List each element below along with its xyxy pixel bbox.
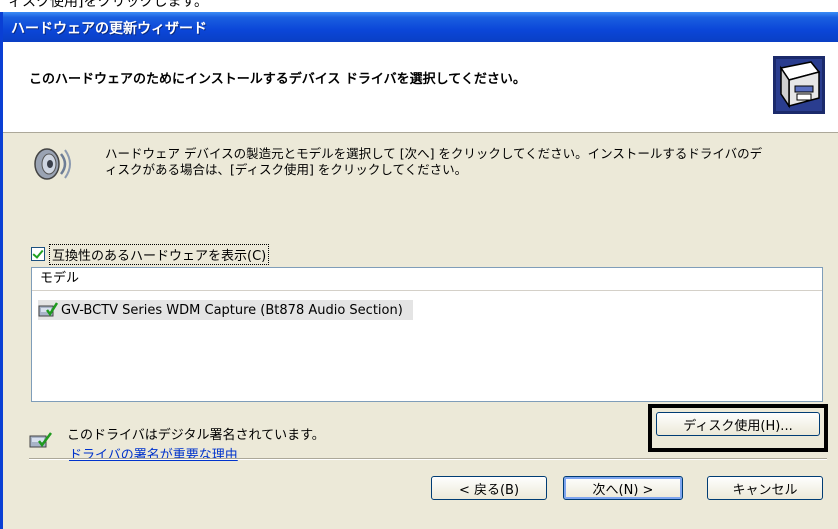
checkbox-checked-icon[interactable]: [31, 247, 45, 261]
signed-status-text: このドライバはデジタル署名されています。: [67, 428, 325, 443]
compatible-hardware-checkbox[interactable]: 互換性のあるハードウェアを表示(C): [31, 243, 270, 265]
window-title: ハードウェアの更新ウィザード: [11, 21, 207, 37]
title-bar[interactable]: ハードウェアの更新ウィザード: [3, 12, 838, 42]
model-listbox[interactable]: モデル GV-BCTV Series WDM Capture (Bt878 Au…: [31, 267, 823, 402]
description-text: ハードウェア デバイスの製造元とモデルを選択して [次へ] をクリックしてくださ…: [105, 146, 805, 178]
wizard-header: このハードウェアのためにインストールするデバイス ドライバを選択してください。: [3, 42, 838, 133]
description-line-1: ハードウェア デバイスの製造元とモデルを選択して [次へ] をクリックしてくださ…: [105, 146, 763, 161]
disk-use-button[interactable]: ディスク使用(H)...: [656, 412, 820, 436]
header-title: このハードウェアのためにインストールするデバイス ドライバを選択してください。: [29, 72, 526, 87]
compatible-hardware-label[interactable]: 互換性のあるハードウェアを表示(C): [49, 243, 270, 265]
description-line-2: ィスクがある場合は、[ディスク使用] をクリックしてください。: [105, 162, 468, 177]
signed-driver-icon: [29, 432, 52, 448]
cancel-button[interactable]: キャンセル: [707, 476, 823, 500]
caption-text: ィスク使用]をクリックします。: [8, 0, 209, 10]
page-caption: ィスク使用]をクリックします。: [0, 0, 838, 12]
next-button[interactable]: 次へ(N) >: [563, 476, 683, 500]
speaker-icon: [34, 148, 71, 180]
separator: [29, 458, 827, 460]
model-column-header[interactable]: モデル: [32, 268, 822, 291]
back-button[interactable]: < 戻る(B): [431, 476, 547, 500]
driver-item-icon: [38, 302, 58, 317]
list-item[interactable]: GV-BCTV Series WDM Capture (Bt878 Audio …: [38, 300, 413, 320]
signature-info-link[interactable]: ドライバの署名が重要な理由: [69, 444, 238, 463]
model-item-label: GV-BCTV Series WDM Capture (Bt878 Audio …: [61, 302, 403, 318]
hardware-box-icon: [773, 56, 825, 114]
wizard-window: ハードウェアの更新ウィザード このハードウェアのためにインストールするデバイス …: [0, 12, 838, 529]
